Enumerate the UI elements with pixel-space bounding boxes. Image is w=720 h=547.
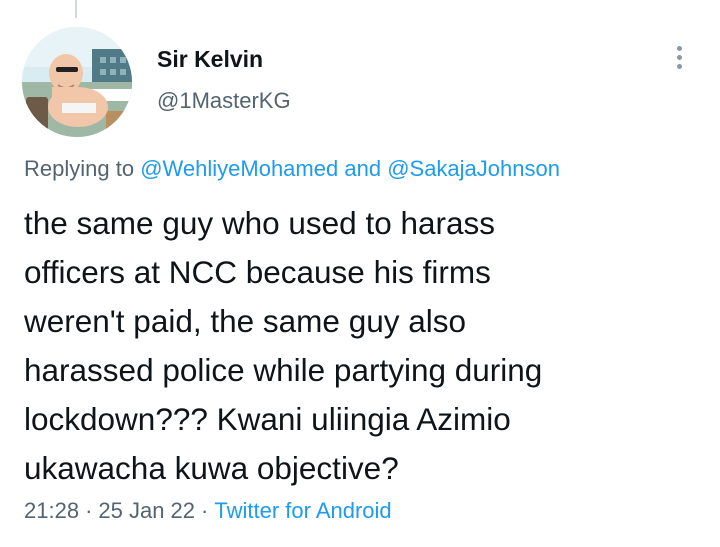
avatar-image bbox=[22, 27, 132, 137]
thread-connector-line bbox=[75, 0, 77, 18]
replying-to-prefix: Replying to bbox=[24, 156, 135, 181]
replying-to-connector[interactable]: and bbox=[344, 156, 381, 181]
tweet-body-text: the same guy who used to harass officers… bbox=[24, 205, 543, 486]
mention-link-wehliyemohamed[interactable]: @WehliyeMohamed bbox=[140, 156, 338, 181]
tweet-date[interactable]: 25 Jan 22 bbox=[98, 498, 195, 523]
author-display-name[interactable]: Sir Kelvin bbox=[157, 46, 263, 73]
tweet-meta: 21:28 · 25 Jan 22 · Twitter for Android bbox=[24, 498, 392, 524]
author-handle[interactable]: @1MasterKG bbox=[157, 88, 291, 114]
tweet-source-link[interactable]: Twitter for Android bbox=[214, 498, 391, 523]
meta-separator: · bbox=[85, 498, 93, 523]
tweet-time[interactable]: 21:28 bbox=[24, 498, 79, 523]
mention-link-sakajajohnson[interactable]: @SakajaJohnson bbox=[387, 156, 560, 181]
more-vertical-icon[interactable] bbox=[668, 44, 692, 72]
avatar[interactable] bbox=[22, 27, 132, 137]
replying-to-line: Replying to @WehliyeMohamed and @SakajaJ… bbox=[24, 156, 560, 182]
meta-separator: · bbox=[201, 498, 209, 523]
